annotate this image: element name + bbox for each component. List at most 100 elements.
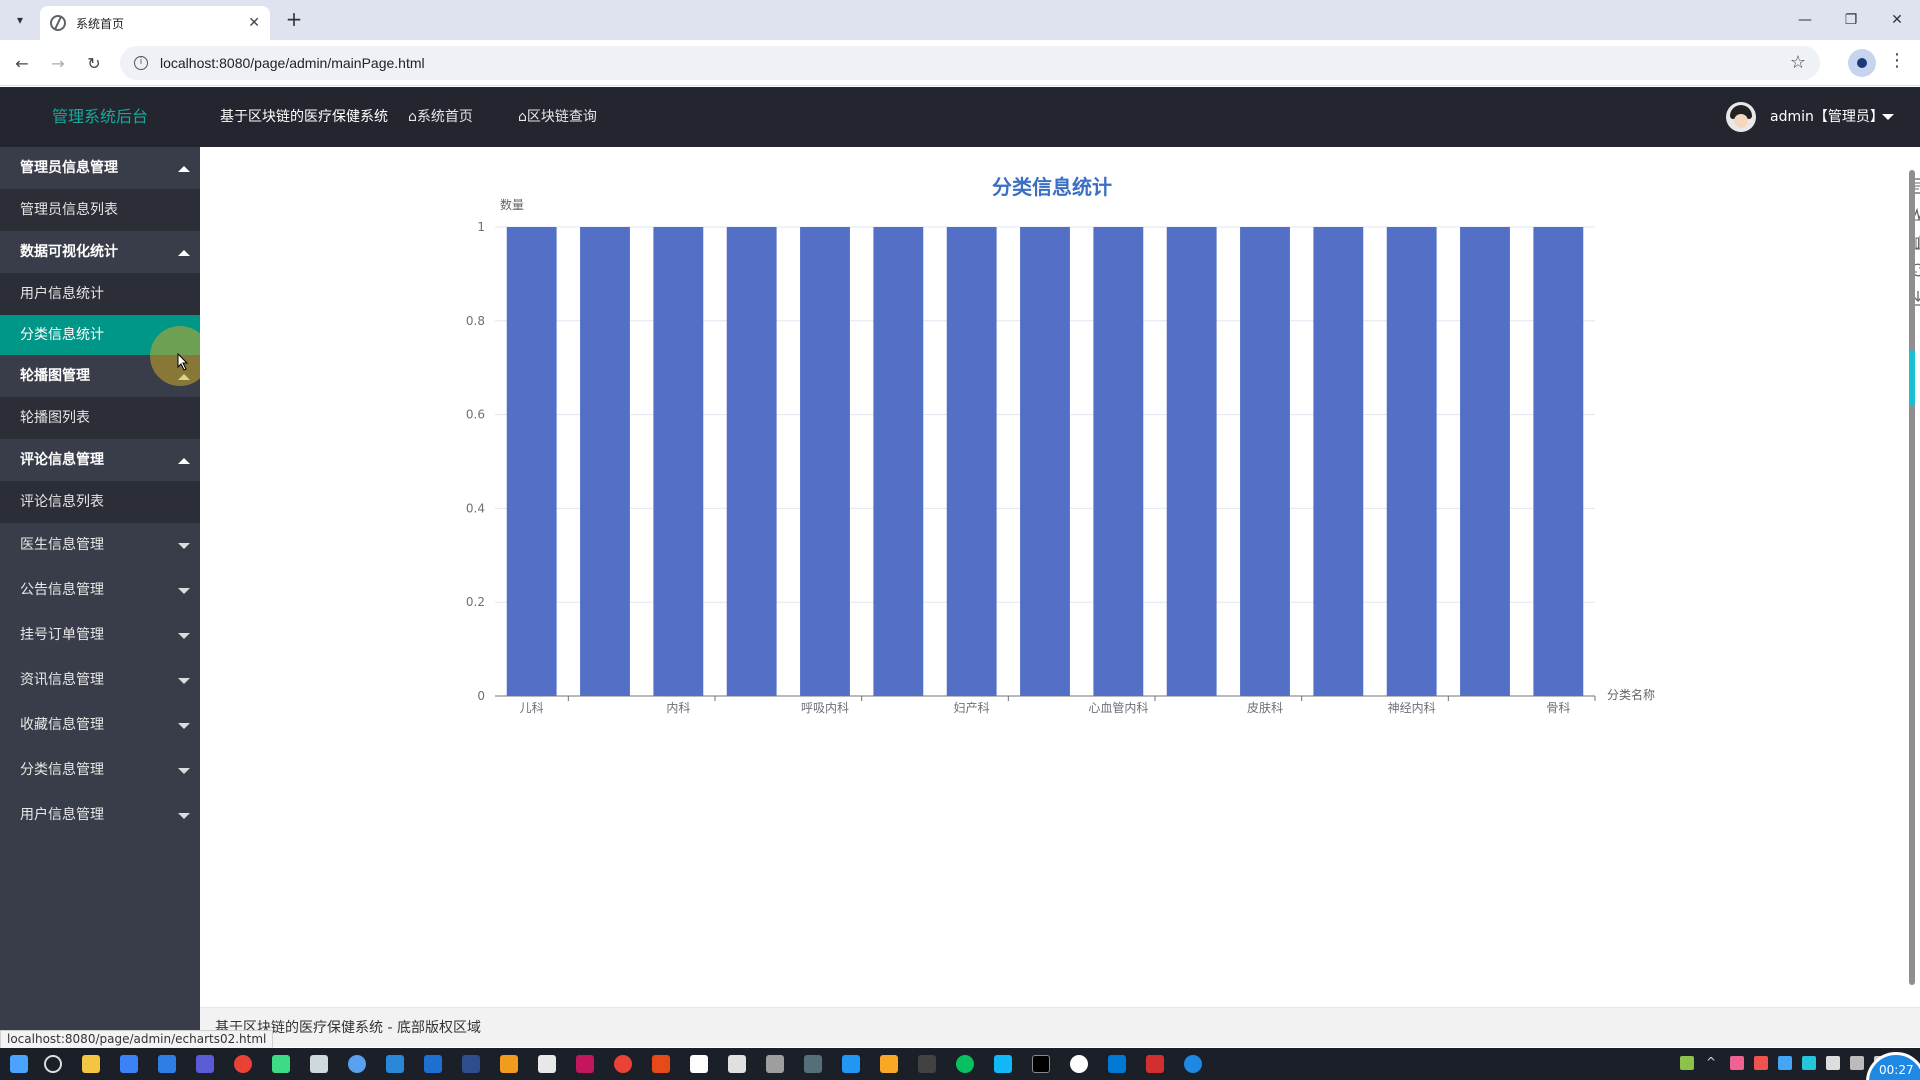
- app-icon[interactable]: [614, 1055, 632, 1073]
- nav-chain-query-link[interactable]: ⌂区块链查询: [518, 87, 597, 147]
- address-bar[interactable]: i localhost:8080/page/admin/mainPage.htm…: [120, 46, 1820, 80]
- app-icon[interactable]: [310, 1055, 328, 1073]
- search-icon[interactable]: [44, 1055, 62, 1073]
- user-avatar[interactable]: [1726, 102, 1756, 132]
- page-scrollbar[interactable]: [1906, 160, 1916, 1000]
- app-icon[interactable]: [120, 1055, 138, 1073]
- new-tab-button[interactable]: +: [282, 8, 306, 32]
- app-icon[interactable]: [842, 1055, 860, 1073]
- user-menu-label[interactable]: admin【管理员】: [1770, 87, 1884, 147]
- sidebar-group-notices[interactable]: 公告信息管理: [0, 568, 200, 613]
- url-text: localhost:8080/page/admin/mainPage.html: [160, 55, 425, 71]
- chrome-icon[interactable]: [234, 1055, 252, 1073]
- bar[interactable]: [726, 227, 777, 696]
- tray-icon[interactable]: [1778, 1056, 1792, 1070]
- app-icon[interactable]: [386, 1055, 404, 1073]
- network-icon[interactable]: [1850, 1056, 1864, 1070]
- app-icon[interactable]: [196, 1055, 214, 1073]
- app-icon[interactable]: [158, 1055, 176, 1073]
- app-icon[interactable]: [1146, 1055, 1164, 1073]
- app-icon[interactable]: [1032, 1055, 1050, 1073]
- bar[interactable]: [1386, 227, 1437, 696]
- browser-tab[interactable]: 系统首页 ✕: [40, 6, 270, 40]
- sidebar-group-doctors[interactable]: 医生信息管理: [0, 523, 200, 568]
- bar[interactable]: [800, 227, 850, 696]
- chevron-up-icon[interactable]: ^: [1706, 1056, 1720, 1070]
- sidebar-group-news[interactable]: 资讯信息管理: [0, 658, 200, 703]
- sidebar-group-admin[interactable]: 管理员信息管理: [0, 147, 200, 189]
- sidebar-item-user-stats[interactable]: 用户信息统计: [0, 273, 200, 315]
- bookmark-star-icon[interactable]: ☆: [1790, 52, 1806, 73]
- bar[interactable]: [946, 227, 997, 696]
- bar[interactable]: [1313, 227, 1364, 696]
- tray-icon[interactable]: [1826, 1056, 1840, 1070]
- sidebar-group-label: 分类信息管理: [20, 762, 104, 778]
- bar[interactable]: [506, 227, 557, 696]
- app-icon[interactable]: [538, 1055, 556, 1073]
- bar[interactable]: [1166, 227, 1217, 696]
- system-name[interactable]: 基于区块链的医疗保健系统: [220, 87, 388, 147]
- scrollbar-track[interactable]: [1909, 170, 1915, 985]
- bar[interactable]: [1240, 227, 1290, 696]
- app-icon[interactable]: [462, 1055, 480, 1073]
- scrollbar-thumb[interactable]: [1909, 350, 1915, 406]
- app-icon[interactable]: [690, 1055, 708, 1073]
- wechat-icon[interactable]: [956, 1055, 974, 1073]
- window-close-icon[interactable]: ✕: [1874, 6, 1920, 34]
- sidebar-group-visualization[interactable]: 数据可视化统计: [0, 231, 200, 273]
- chevron-down-icon: [178, 723, 190, 729]
- app-icon[interactable]: [1108, 1055, 1126, 1073]
- sidebar-group-comments[interactable]: 评论信息管理: [0, 439, 200, 481]
- reload-icon[interactable]: ↻: [80, 50, 108, 76]
- sidebar-group-categories[interactable]: 分类信息管理: [0, 748, 200, 793]
- file-explorer-icon[interactable]: [82, 1055, 100, 1073]
- tray-icon[interactable]: [1730, 1056, 1744, 1070]
- bar[interactable]: [1093, 227, 1144, 696]
- minimize-icon[interactable]: —: [1782, 6, 1828, 34]
- bar[interactable]: [1020, 227, 1070, 696]
- app-icon[interactable]: [500, 1055, 518, 1073]
- status-bar-url: localhost:8080/page/admin/echarts02.html: [0, 1030, 274, 1049]
- app-icon[interactable]: [576, 1055, 594, 1073]
- sidebar-group-favorites[interactable]: 收藏信息管理: [0, 703, 200, 748]
- bar[interactable]: [873, 227, 924, 696]
- app-icon[interactable]: [766, 1055, 784, 1073]
- forward-icon[interactable]: →: [44, 50, 72, 76]
- app-brand[interactable]: 管理系统后台: [0, 87, 200, 147]
- main-content: 分类信息统计 数量 分类名称 0 0.2 0.4 0.6 0.8 1 儿科 内科 呼吸内科 妇产科…: [200, 147, 1920, 1007]
- app-icon[interactable]: [652, 1055, 670, 1073]
- app-icon[interactable]: [1184, 1055, 1202, 1073]
- app-icon[interactable]: [728, 1055, 746, 1073]
- app-icon[interactable]: [1070, 1055, 1088, 1073]
- sidebar-item-admin-list[interactable]: 管理员信息列表: [0, 189, 200, 231]
- sidebar-item-carousel-list[interactable]: 轮播图列表: [0, 397, 200, 439]
- app-icon[interactable]: [804, 1055, 822, 1073]
- back-icon[interactable]: ←: [8, 50, 36, 76]
- bar[interactable]: [1460, 227, 1510, 696]
- restore-icon[interactable]: ❐: [1828, 6, 1874, 34]
- site-info-icon[interactable]: i: [134, 56, 148, 70]
- sidebar-group-registration-orders[interactable]: 挂号订单管理: [0, 613, 200, 658]
- tab-search-icon[interactable]: ▾: [6, 8, 34, 32]
- app-icon[interactable]: [424, 1055, 442, 1073]
- tray-icon[interactable]: [1802, 1056, 1816, 1070]
- close-icon[interactable]: ✕: [248, 15, 260, 31]
- app-icon[interactable]: [994, 1055, 1012, 1073]
- app-icon[interactable]: [272, 1055, 290, 1073]
- app-icon[interactable]: [918, 1055, 936, 1073]
- bar[interactable]: [580, 227, 630, 696]
- more-menu-icon[interactable]: ⋮: [1888, 50, 1906, 71]
- app-icon[interactable]: [348, 1055, 366, 1073]
- tab-title: 系统首页: [76, 16, 125, 31]
- sidebar-group-users[interactable]: 用户信息管理: [0, 793, 200, 838]
- chevron-down-icon[interactable]: [1882, 114, 1894, 120]
- app-icon[interactable]: [880, 1055, 898, 1073]
- battery-icon[interactable]: [1680, 1056, 1694, 1070]
- tray-icon[interactable]: [1754, 1056, 1768, 1070]
- bar[interactable]: [1533, 227, 1584, 696]
- bar[interactable]: [653, 227, 704, 696]
- start-icon[interactable]: [10, 1055, 28, 1073]
- profile-icon[interactable]: [1848, 49, 1876, 77]
- sidebar-item-comment-list[interactable]: 评论信息列表: [0, 481, 200, 523]
- nav-home-link[interactable]: ⌂系统首页: [408, 87, 473, 147]
